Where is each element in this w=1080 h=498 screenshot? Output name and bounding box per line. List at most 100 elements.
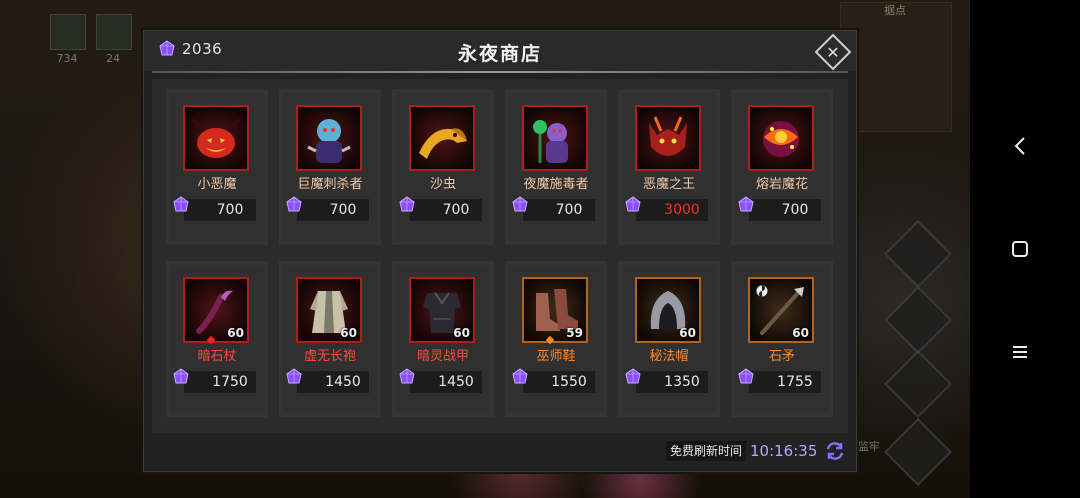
item-name: 恶魔之王	[642, 177, 695, 192]
hero-card[interactable]: 夜魔施毒者 700	[505, 89, 607, 245]
purple-crystal-icon	[511, 368, 529, 390]
item-price: 1350	[664, 374, 700, 390]
item-name: 秘法帽	[649, 349, 689, 364]
price-tag: 700	[523, 199, 595, 221]
equipment-card[interactable]: 60 石矛 1755	[731, 261, 833, 417]
item-level: 59	[566, 326, 583, 340]
item-level: 60	[679, 326, 696, 340]
item-price: 700	[781, 202, 809, 218]
item-icon-frame	[522, 105, 588, 171]
item-level: 60	[340, 326, 357, 340]
shop-header: 2036 永夜商店 ✕	[144, 31, 856, 71]
hero-card[interactable]: 小恶魔 700	[166, 89, 268, 245]
quick-slot-1	[50, 14, 86, 50]
quick-slot-1-count: 734	[56, 52, 78, 65]
item-icon-frame	[635, 105, 701, 171]
item-icon-frame	[748, 105, 814, 171]
item-level: 60	[453, 326, 470, 340]
item-name: 巨魔刺杀者	[297, 177, 363, 192]
purple-crystal-icon	[737, 196, 755, 218]
item-icon-frame: 60	[183, 277, 249, 343]
price-tag: 700	[184, 199, 256, 221]
purple-crystal-icon	[511, 196, 529, 218]
equipment-card[interactable]: 60 虚无长袍 1450	[279, 261, 381, 417]
item-price: 700	[329, 202, 357, 218]
item-price: 700	[442, 202, 470, 218]
hero-card[interactable]: 熔岩魔花 700	[731, 89, 833, 245]
price-tag: 700	[410, 199, 482, 221]
price-tag: 3000	[636, 199, 708, 221]
troll-assassin-icon	[307, 119, 351, 163]
equipment-card[interactable]: 60 暗石杖 1750	[166, 261, 268, 417]
item-name: 沙虫	[429, 177, 456, 192]
item-name: 夜魔施毒者	[523, 177, 589, 192]
purple-crystal-icon	[398, 368, 416, 390]
lava-flower-icon	[763, 121, 799, 157]
sandworm-icon	[419, 128, 467, 159]
item-price: 1550	[551, 374, 587, 390]
shop-dialog: 2036 永夜商店 ✕ 小恶魔 700 巨魔刺杀者 700 沙虫 700 夜魔施毒者 700 恶…	[143, 30, 857, 472]
item-price: 1755	[777, 374, 813, 390]
hero-card[interactable]: 巨魔刺杀者 700	[279, 89, 381, 245]
item-name: 小恶魔	[197, 177, 237, 192]
purple-crystal-icon	[172, 368, 190, 390]
system-nav-bar	[970, 0, 1080, 498]
item-icon-frame: 60	[635, 277, 701, 343]
purple-crystal-icon	[172, 196, 190, 218]
header-divider	[152, 71, 848, 73]
minimap-title: 据点	[884, 4, 906, 17]
item-icon-frame: 59	[522, 277, 588, 343]
item-price: 700	[216, 202, 244, 218]
item-name: 熔岩魔花	[755, 177, 808, 192]
quick-slot-2	[96, 14, 132, 50]
item-price: 1750	[212, 374, 248, 390]
item-name: 暗石杖	[197, 349, 237, 364]
item-level: 60	[792, 326, 809, 340]
hero-card[interactable]: 沙虫 700	[392, 89, 494, 245]
purple-crystal-icon	[624, 368, 642, 390]
item-level: 60	[227, 326, 244, 340]
night-poisoner-icon	[533, 120, 568, 163]
item-price: 1450	[438, 374, 474, 390]
item-name: 巫师鞋	[536, 349, 576, 364]
item-icon-frame	[183, 105, 249, 171]
side-label: 监牢	[858, 440, 880, 453]
item-name: 石矛	[768, 349, 795, 364]
menu-icon[interactable]	[1000, 332, 1040, 372]
price-tag: 1755	[749, 371, 821, 393]
purple-crystal-icon	[737, 368, 755, 390]
item-icon-frame: 60	[409, 277, 475, 343]
demon-king-icon	[649, 116, 687, 156]
equipment-card[interactable]: 59 巫师鞋 1550	[505, 261, 607, 417]
shop-title: 永夜商店	[457, 43, 542, 65]
back-icon[interactable]	[1000, 126, 1040, 166]
refresh-label: 免费刷新时间	[666, 441, 746, 461]
quick-slot-2-count: 24	[106, 52, 120, 65]
refresh-timer: 10:16:35	[750, 442, 818, 460]
item-price: 3000	[664, 202, 700, 218]
price-tag: 1550	[523, 371, 595, 393]
price-tag: 1350	[636, 371, 708, 393]
price-tag: 1750	[184, 371, 256, 393]
purple-crystal-icon	[398, 196, 416, 218]
price-tag: 1450	[410, 371, 482, 393]
purple-crystal-icon	[285, 368, 303, 390]
pumpkin-imp-icon	[191, 117, 241, 158]
item-name: 虚无长袍	[303, 349, 356, 364]
shop-grid: 小恶魔 700 巨魔刺杀者 700 沙虫 700 夜魔施毒者 700 恶魔之王 3000 熔岩魔花 7…	[152, 79, 848, 433]
close-icon: ✕	[826, 42, 840, 62]
price-tag: 1450	[297, 371, 369, 393]
item-price: 700	[555, 202, 583, 218]
refresh-icon[interactable]	[824, 440, 846, 462]
equipment-card[interactable]: 60 暗灵战甲 1450	[392, 261, 494, 417]
item-icon-frame	[409, 105, 475, 171]
purple-crystal-icon	[624, 196, 642, 218]
home-icon[interactable]	[1000, 229, 1040, 269]
price-tag: 700	[297, 199, 369, 221]
item-icon-frame	[296, 105, 362, 171]
hero-card[interactable]: 恶魔之王 3000	[618, 89, 720, 245]
item-name: 暗灵战甲	[416, 349, 469, 364]
item-price: 1450	[325, 374, 361, 390]
purple-crystal-icon	[285, 196, 303, 218]
equipment-card[interactable]: 60 秘法帽 1350	[618, 261, 720, 417]
